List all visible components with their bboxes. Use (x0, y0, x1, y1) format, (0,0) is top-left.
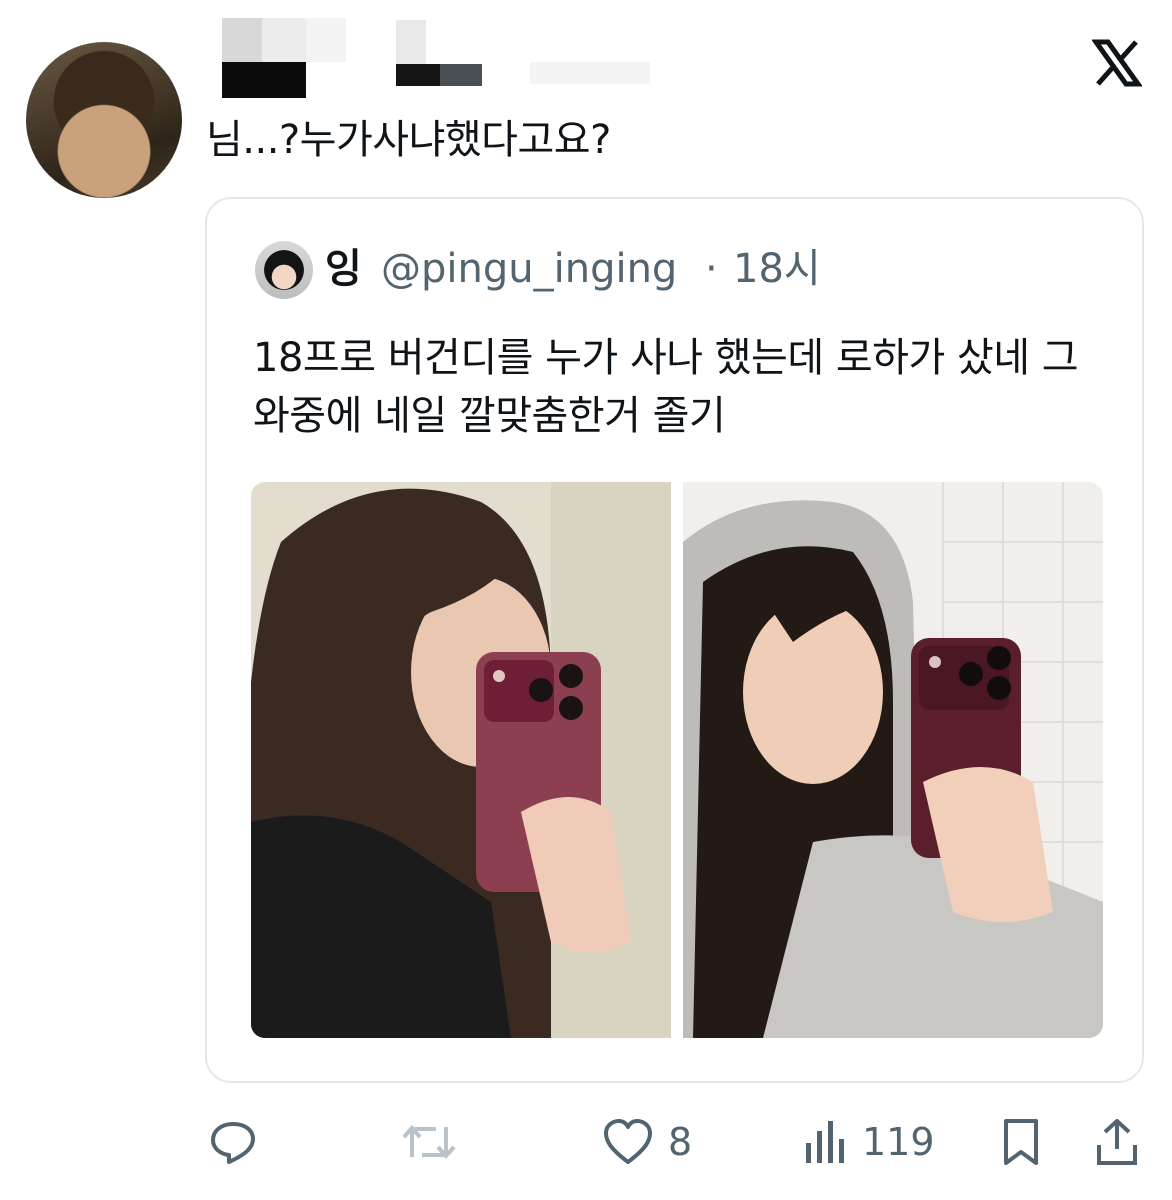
retweet-icon (402, 1124, 456, 1160)
share-button[interactable] (1094, 1112, 1140, 1172)
reply-button[interactable] (208, 1112, 258, 1172)
quoted-author-name: 잉 (325, 246, 362, 292)
separator-dot: · (705, 246, 718, 292)
quoted-photo-1[interactable] (251, 482, 671, 1038)
view-count: 119 (862, 1120, 935, 1164)
quoted-timestamp: 18시 (733, 246, 821, 292)
like-count: 8 (668, 1120, 693, 1164)
quoted-tweet-card[interactable]: 잉 @pingu_inging · 18시 18프로 버건디를 누가 사나 했는… (205, 197, 1144, 1083)
quoted-tweet-text: 18프로 버건디를 누가 사나 했는데 로하가 샀네 그와중에 네일 깔맞춤한거… (253, 335, 1079, 439)
tweet-text: 님...?누가사냐했다고요? (206, 117, 611, 163)
x-logo-icon (1092, 39, 1142, 87)
bookmark-button[interactable] (998, 1112, 1044, 1172)
quoted-author-avatar[interactable] (255, 241, 313, 299)
quoted-author-handle: @pingu_inging (381, 246, 678, 292)
heart-icon (604, 1119, 652, 1164)
author-avatar[interactable] (26, 42, 182, 198)
retweet-button[interactable] (400, 1112, 458, 1172)
views-button[interactable]: 119 (802, 1112, 935, 1172)
quoted-photo-2[interactable] (683, 482, 1103, 1038)
bookmark-icon (1004, 1119, 1038, 1165)
views-icon (806, 1121, 844, 1163)
like-button[interactable]: 8 (602, 1112, 692, 1172)
reply-icon (211, 1122, 255, 1164)
share-icon (1097, 1119, 1137, 1165)
